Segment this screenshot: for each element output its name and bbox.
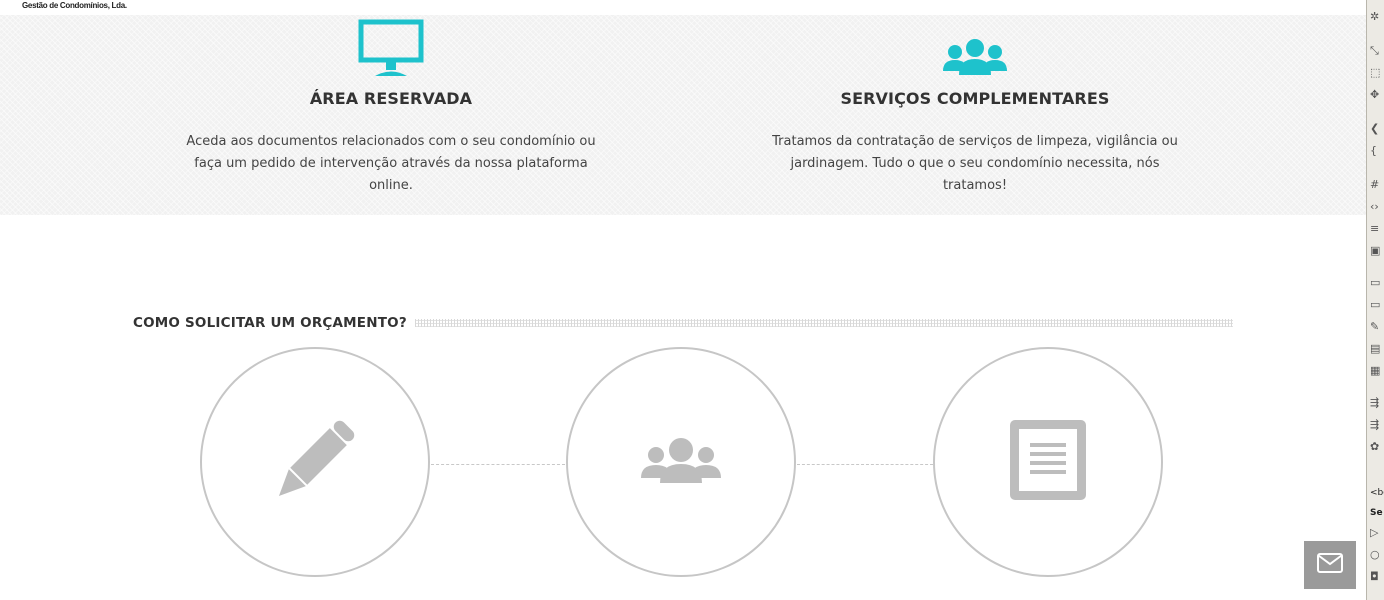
section-heading: COMO SOLICITAR UM ORÇAMENTO? (133, 314, 1233, 332)
company-logo-text[interactable]: Gestão de Condomínios, Lda. (22, 1, 127, 10)
step-circle-3[interactable] (933, 347, 1163, 577)
feature-description-line: jardinagem. Tudo o que o seu condomínio … (790, 156, 1160, 193)
expand-icon[interactable]: ⤡ (1370, 44, 1384, 58)
save-icon[interactable]: ◘ (1370, 570, 1384, 584)
chat-icon[interactable]: ▭ (1370, 298, 1384, 312)
feature-title: ÁREA RESERVADA (309, 89, 473, 108)
edit-icon[interactable]: ✎ (1370, 320, 1384, 334)
document-icon (1009, 419, 1087, 505)
step-circle-1[interactable] (200, 347, 430, 577)
people-group-icon (640, 436, 722, 488)
hash-icon[interactable]: # (1370, 178, 1384, 192)
envelope-icon (1317, 553, 1343, 577)
pencil-icon (270, 415, 360, 509)
section-divider (414, 319, 1233, 327)
feature-description-line: Aceda aos documentos relacionados com o … (186, 134, 596, 149)
feature-description-line: Tratamos da contratação de serviços de l… (772, 134, 1178, 149)
comment-icon[interactable]: ▭ (1370, 276, 1384, 290)
step-circle-2[interactable] (566, 347, 796, 577)
monitor-icon (161, 15, 621, 77)
settings-icon[interactable]: ✲ (1370, 10, 1384, 24)
feature-servicos-complementares: SERVIÇOS COMPLEMENTARES Tratamos da cont… (745, 15, 1205, 197)
play-icon[interactable]: ▷ (1370, 526, 1384, 540)
move-icon[interactable]: ✥ (1370, 88, 1384, 102)
editor-side-toolbar: ✲ ⤡ ⬚ ✥ ❮ { # ‹› ≡ ▣ ▭ ▭ ✎ ▤ ▦ ⇶ ⇶ ✿ <bo… (1366, 0, 1384, 600)
select-icon[interactable]: ⬚ (1370, 66, 1384, 80)
feature-description: Tratamos da contratação de serviços de l… (765, 131, 1185, 197)
people-group-icon (745, 15, 1205, 77)
section-title: COMO SOLICITAR UM ORÇAMENTO? (133, 315, 407, 331)
indent-icon[interactable]: ⇶ (1370, 396, 1384, 410)
page: Gestão de Condomínios, Lda. ÁREA RESERVA… (0, 0, 1384, 600)
step-connector (431, 464, 565, 465)
table-icon[interactable]: ▦ (1370, 364, 1384, 378)
palette-icon[interactable]: ✿ (1370, 440, 1384, 454)
feature-description-line: faça um pedido de intervenção através da… (194, 156, 588, 193)
radio-icon[interactable]: ○ (1370, 548, 1384, 562)
code-icon[interactable]: ‹› (1370, 200, 1384, 214)
tag-selector-label[interactable]: <bo (1370, 488, 1384, 498)
document-icon[interactable]: ▤ (1370, 342, 1384, 356)
list-check-icon[interactable]: ≡ (1370, 222, 1384, 236)
outdent-icon[interactable]: ⇶ (1370, 418, 1384, 432)
feature-title: SERVIÇOS COMPLEMENTARES (840, 89, 1110, 108)
css-icon[interactable]: ❮ (1370, 122, 1384, 136)
braces-icon[interactable]: { (1370, 144, 1384, 158)
panel-label: Se (1370, 508, 1383, 518)
step-connector (797, 464, 933, 465)
image-icon[interactable]: ▣ (1370, 244, 1384, 258)
feature-area-reservada: ÁREA RESERVADA Aceda aos documentos rela… (161, 15, 621, 197)
contact-button[interactable] (1304, 541, 1356, 589)
feature-description: Aceda aos documentos relacionados com o … (181, 131, 601, 197)
features-band: ÁREA RESERVADA Aceda aos documentos rela… (0, 15, 1366, 215)
